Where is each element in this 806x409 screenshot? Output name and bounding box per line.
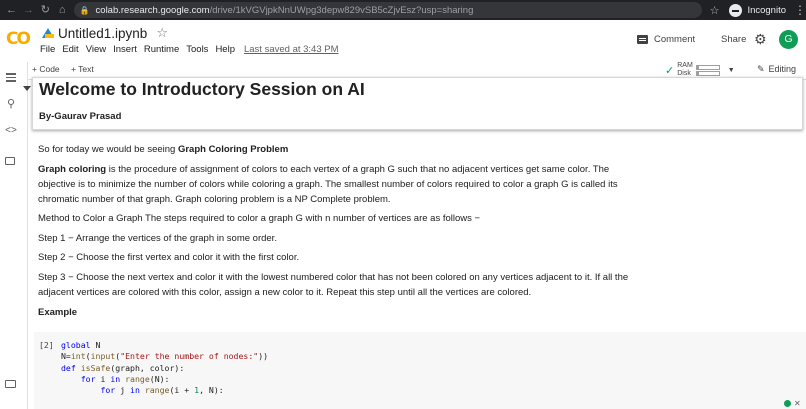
step2-text: Step 2 − Choose the first vertex and col… [38, 252, 300, 263]
table-of-contents-icon[interactable] [5, 71, 17, 83]
share-button[interactable]: Share [721, 34, 746, 45]
para1-line3: chromatic number of that graph. Graph co… [38, 194, 391, 205]
add-code-button[interactable]: + Code [32, 64, 60, 74]
method-text: Method to Color a Graph The steps requir… [38, 213, 481, 224]
code-line: def isSafe(graph, color): [61, 362, 185, 373]
lock-icon: 🔒 [79, 5, 90, 15]
left-sidebar: ⚲ <> [0, 62, 28, 409]
gear-icon[interactable]: ⚙ [754, 31, 767, 48]
comment-button[interactable]: Comment [637, 34, 695, 45]
terminal-icon[interactable] [5, 378, 17, 390]
intro-bold: Graph Coloring Problem [177, 144, 289, 155]
code-editor[interactable]: global N N=int(input("Enter the number of… [61, 340, 268, 396]
code-cell[interactable]: [2] global N N=int(input("Enter the numbe… [34, 332, 806, 409]
menu-edit[interactable]: Edit [62, 44, 78, 55]
para1-line1: Graph coloring is the procedure of assig… [38, 162, 618, 177]
menu-file[interactable]: File [40, 44, 55, 55]
app-header: CO Untitled1.ipynb ☆ File Edit View Inse… [0, 20, 806, 62]
avatar[interactable]: G [779, 30, 798, 49]
star-icon[interactable]: ☆ [156, 25, 168, 41]
menu-runtime[interactable]: Runtime [144, 44, 179, 55]
incognito-profile[interactable]: Incognito [729, 3, 786, 17]
execution-count[interactable]: [2] [39, 340, 54, 350]
profile-label: Incognito [747, 4, 786, 16]
bookmark-star-icon[interactable]: ☆ [710, 4, 720, 17]
menu-view[interactable]: View [86, 44, 106, 55]
logo-text: CO [6, 29, 31, 49]
heading-text-cell[interactable]: Welcome to Introductory Session on AI By… [32, 77, 803, 130]
browser-menu-icon[interactable]: ⋮ [794, 3, 806, 17]
ram-bar [695, 64, 720, 70]
menu-help[interactable]: Help [215, 44, 235, 55]
menu-bar: File Edit View Insert Runtime Tools Help… [40, 44, 346, 55]
folder-icon[interactable] [5, 155, 17, 167]
notebook-heading: Welcome to Introductory Session on AI [39, 79, 365, 99]
paragraph-graph-coloring: Graph coloring is the procedure of assig… [38, 162, 618, 207]
para1-line2: objective is to minimize the number of c… [38, 179, 618, 190]
menu-tools[interactable]: Tools [186, 44, 208, 55]
collapse-section-icon[interactable] [23, 86, 31, 91]
address-bar[interactable]: 🔒 colab.research.google.com/drive/1kVGVj… [73, 2, 702, 18]
intro-prefix: So for today we would be seeing [38, 144, 178, 155]
resources-indicator[interactable]: ✓ RAM Disk ▼ [665, 62, 735, 78]
status-ok-icon [784, 400, 791, 407]
step3-line2: adjacent vertices are colored with this … [38, 287, 532, 298]
para1-bold: Graph coloring [38, 164, 107, 175]
url-domain: colab.research.google.com [95, 4, 210, 16]
editing-label: Editing [768, 64, 797, 74]
ram-label: RAM [677, 62, 693, 69]
forward-arrow-icon[interactable]: → [23, 3, 34, 17]
back-arrow-icon[interactable]: ← [6, 3, 17, 17]
step3-text: Step 3 − Choose the next vertex and colo… [38, 270, 628, 300]
colab-logo[interactable]: CO [6, 29, 31, 49]
code-line: for j in range(i + 1, N): [100, 385, 224, 396]
connected-check-icon: ✓ [665, 64, 675, 77]
drive-icon [42, 27, 54, 39]
ram-bar-fill [696, 65, 700, 69]
resource-labels: RAM Disk [677, 62, 693, 78]
example-bold: Example [38, 307, 78, 318]
url-path: /drive/1kVGVjpkNnUWpg3depw829vSB5cZjvEsz… [209, 4, 474, 16]
search-icon[interactable]: ⚲ [5, 98, 17, 110]
comment-icon [637, 35, 648, 44]
author-byline: By-Gaurav Prasad [39, 111, 122, 122]
editing-mode-button[interactable]: ✎ Editing [757, 64, 796, 75]
reload-icon[interactable]: ↻ [40, 3, 51, 17]
code-snippets-icon[interactable]: <> [5, 125, 17, 137]
notebook-title[interactable]: Untitled1.ipynb [58, 26, 147, 41]
notebook-title-row: Untitled1.ipynb ☆ [42, 25, 168, 41]
code-line: global N [61, 340, 101, 350]
add-text-button[interactable]: + Text [71, 64, 94, 74]
disk-bar [695, 70, 720, 76]
disk-bar-fill [696, 71, 699, 75]
runtime-status[interactable]: ✕ [784, 399, 801, 408]
chevron-down-icon[interactable]: ▼ [728, 67, 735, 74]
step3-line1: Step 3 − Choose the next vertex and colo… [38, 272, 629, 283]
step1-text: Step 1 − Arrange the vertices of the gra… [38, 233, 277, 244]
incognito-icon [729, 3, 743, 17]
comment-label: Comment [654, 34, 696, 45]
resource-bars [695, 64, 720, 77]
pencil-icon: ✎ [757, 64, 765, 74]
intro-text: So for today we would be seeing Graph Co… [38, 142, 288, 157]
code-line: N=int(input("Enter the number of nodes:"… [61, 351, 269, 362]
last-saved-link[interactable]: Last saved at 3:43 PM [244, 44, 339, 55]
menu-insert[interactable]: Insert [113, 44, 137, 55]
home-icon[interactable]: ⌂ [57, 3, 68, 17]
browser-toolbar: ← → ↻ ⌂ 🔒 colab.research.google.com/driv… [0, 0, 806, 20]
para1-line1-text: is the procedure of assignment of colors… [106, 164, 610, 175]
close-icon[interactable]: ✕ [794, 399, 801, 408]
example-label: Example [38, 305, 77, 320]
code-line: for i in range(N): [80, 373, 170, 384]
